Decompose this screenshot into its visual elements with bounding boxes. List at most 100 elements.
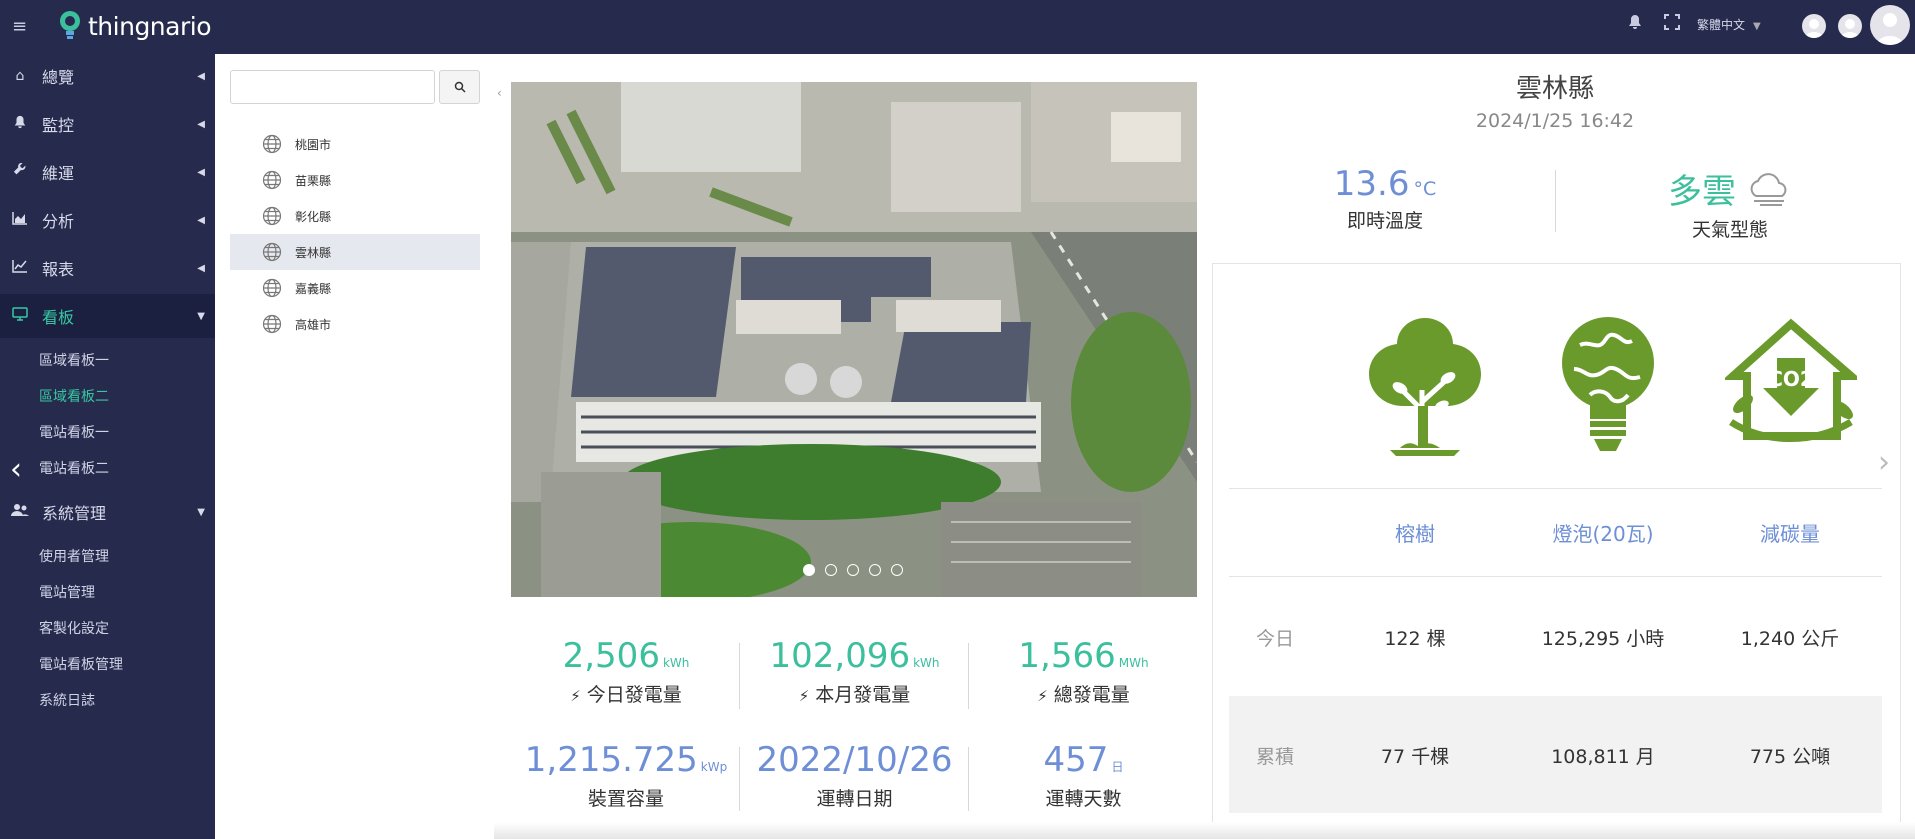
sidebar-subitem-station-board-1[interactable]: 電站看板一 bbox=[39, 422, 109, 442]
sidebar-subitem-customization[interactable]: 客製化設定 bbox=[39, 618, 109, 638]
tree-item[interactable]: 桃園市 bbox=[230, 126, 480, 162]
divider bbox=[968, 747, 969, 811]
carousel-dot[interactable] bbox=[825, 564, 837, 576]
sidebar-item-maintenance[interactable]: 維運 ◀ bbox=[0, 150, 215, 194]
search-input[interactable] bbox=[230, 70, 435, 104]
location-datetime: 2024/1/25 16:42 bbox=[1475, 110, 1635, 132]
tree-item-label: 彰化縣 bbox=[295, 209, 332, 224]
stat-label: 今日發電量 bbox=[586, 684, 682, 706]
sidebar-item-label: 總覽 bbox=[42, 68, 75, 87]
temperature-unit: °C bbox=[1413, 178, 1437, 200]
stat-value: 102,096 bbox=[769, 636, 911, 676]
horizontal-scrollbar[interactable] bbox=[494, 822, 1915, 839]
globe-icon bbox=[262, 170, 282, 190]
chevron-right-icon[interactable]: › bbox=[1878, 445, 1890, 480]
env-cell: 77 千棵 bbox=[1380, 746, 1450, 768]
tree-item[interactable]: 嘉義縣 bbox=[230, 270, 480, 306]
carousel-dot[interactable] bbox=[803, 564, 815, 576]
logo[interactable]: thingnario bbox=[56, 8, 212, 44]
tree-item[interactable]: 高雄市 bbox=[230, 306, 480, 342]
carousel-indicators bbox=[803, 564, 903, 576]
cloud-rain-icon bbox=[1750, 172, 1787, 206]
tree-item-label: 桃園市 bbox=[295, 137, 332, 152]
tree-item-selected[interactable]: 雲林縣 bbox=[230, 234, 480, 270]
sidebar-item-system-admin[interactable]: 系統管理 ▼ bbox=[0, 490, 215, 534]
sidebar-item-overview[interactable]: ⌂ 總覽 ◀ bbox=[0, 54, 215, 98]
carousel-dot[interactable] bbox=[891, 564, 903, 576]
stat-value: 2022/10/26 bbox=[756, 740, 953, 780]
sidebar-item-monitor[interactable]: 監控 ◀ bbox=[0, 102, 215, 146]
avatar[interactable] bbox=[1802, 14, 1826, 38]
co2-reduction-icon: CO2 bbox=[1725, 318, 1857, 442]
avatar[interactable] bbox=[1838, 14, 1862, 38]
tree-item-label: 高雄市 bbox=[295, 317, 332, 332]
stat-month-generation: 102,096 kWh ⚡ 本月發電量 bbox=[741, 636, 968, 707]
sidebar-item-dashboard[interactable]: 看板 ▼ bbox=[0, 294, 215, 338]
search-button[interactable] bbox=[439, 70, 480, 104]
weather-block: 多雲 天氣型態 bbox=[1640, 164, 1820, 242]
stat-label: 運轉天數 bbox=[1045, 788, 1122, 810]
sidebar-subitem-board-admin[interactable]: 電站看板管理 bbox=[39, 654, 123, 674]
sidebar-item-label: 維運 bbox=[42, 164, 75, 183]
caret-down-icon: ▼ bbox=[197, 310, 205, 322]
stat-label: 總發電量 bbox=[1053, 684, 1130, 706]
stat-total-generation: 1,566 MWh ⚡ 總發電量 bbox=[970, 636, 1197, 707]
stat-today-generation: 2,506 kWh ⚡ 今日發電量 bbox=[511, 636, 741, 707]
divider bbox=[1229, 576, 1882, 577]
stat-label: 裝置容量 bbox=[587, 788, 664, 810]
divider bbox=[1555, 170, 1556, 232]
stat-label: 運轉日期 bbox=[816, 788, 893, 810]
sidebar-item-reports[interactable]: 報表 ◀ bbox=[0, 246, 215, 290]
lightning-icon: ⚡ bbox=[570, 687, 581, 705]
tree-item-label: 嘉義縣 bbox=[295, 281, 332, 296]
carousel-dot[interactable] bbox=[869, 564, 881, 576]
bell-icon[interactable] bbox=[1627, 14, 1643, 34]
tree-item-label: 雲林縣 bbox=[295, 245, 332, 260]
user-avatar[interactable] bbox=[1870, 5, 1910, 45]
stat-unit: 日 bbox=[1111, 760, 1124, 774]
env-cell: 108,811 月 bbox=[1551, 746, 1655, 768]
language-select[interactable]: 繁體中文 ▼ bbox=[1697, 16, 1761, 33]
stat-unit: MWh bbox=[1118, 656, 1149, 670]
env-cell: 122 棵 bbox=[1384, 628, 1446, 650]
sidebar-subitem-system-log[interactable]: 系統日誌 bbox=[39, 690, 95, 710]
sidebar-item-analysis[interactable]: 分析 ◀ bbox=[0, 198, 215, 242]
users-icon bbox=[10, 503, 30, 521]
sidebar: ⌂ 總覽 ◀ 監控 ◀ 維運 ◀ 分析 ◀ 報表 ◀ 看板 ▼ 區域看板一 區域… bbox=[0, 54, 215, 839]
bulb-logo-icon bbox=[60, 11, 80, 39]
sidebar-item-label: 監控 bbox=[42, 116, 75, 135]
stat-start-date: 2022/10/26 運轉日期 bbox=[741, 740, 968, 811]
env-cell: 125,295 小時 bbox=[1541, 628, 1665, 650]
menu-icon[interactable]: ≡ bbox=[12, 16, 27, 37]
stat-capacity: 1,215.725 kWp 裝置容量 bbox=[511, 740, 741, 811]
sidebar-subitem-user-admin[interactable]: 使用者管理 bbox=[39, 546, 109, 566]
env-cell: 1,240 公斤 bbox=[1740, 628, 1840, 650]
chevron-left-icon[interactable]: ‹ bbox=[497, 86, 502, 100]
globe-icon bbox=[262, 278, 282, 298]
collapse-sidebar-icon[interactable]: ‹ bbox=[10, 452, 22, 487]
sidebar-subitem-station-board-2[interactable]: 電站看板二 bbox=[39, 458, 109, 478]
monitor-icon bbox=[10, 307, 30, 325]
sidebar-subitem-station-admin[interactable]: 電站管理 bbox=[39, 582, 95, 602]
sidebar-subitem-area-board-2[interactable]: 區域看板二 bbox=[39, 386, 109, 406]
caret-left-icon: ◀ bbox=[197, 214, 205, 226]
divider bbox=[968, 643, 969, 709]
station-photo-carousel[interactable] bbox=[511, 82, 1197, 597]
caret-left-icon: ◀ bbox=[197, 262, 205, 274]
tree-item[interactable]: 苗栗縣 bbox=[230, 162, 480, 198]
fullscreen-icon[interactable] bbox=[1664, 14, 1680, 34]
temperature-block: 13.6 °C 即時溫度 bbox=[1300, 164, 1470, 233]
globe-icon bbox=[262, 134, 282, 154]
home-icon: ⌂ bbox=[15, 68, 25, 84]
temperature-value: 13.6 bbox=[1333, 164, 1410, 204]
sidebar-item-label: 看板 bbox=[42, 308, 75, 327]
caret-left-icon: ◀ bbox=[197, 70, 205, 82]
chevron-down-icon: ▼ bbox=[1753, 21, 1761, 32]
stat-value: 2,506 bbox=[562, 636, 660, 676]
carousel-dot[interactable] bbox=[847, 564, 859, 576]
tree-icon bbox=[1369, 318, 1481, 456]
temperature-label: 即時溫度 bbox=[1346, 210, 1423, 232]
tree-item[interactable]: 彰化縣 bbox=[230, 198, 480, 234]
station-aerial-photo bbox=[511, 82, 1197, 597]
sidebar-subitem-area-board-1[interactable]: 區域看板一 bbox=[39, 350, 109, 370]
